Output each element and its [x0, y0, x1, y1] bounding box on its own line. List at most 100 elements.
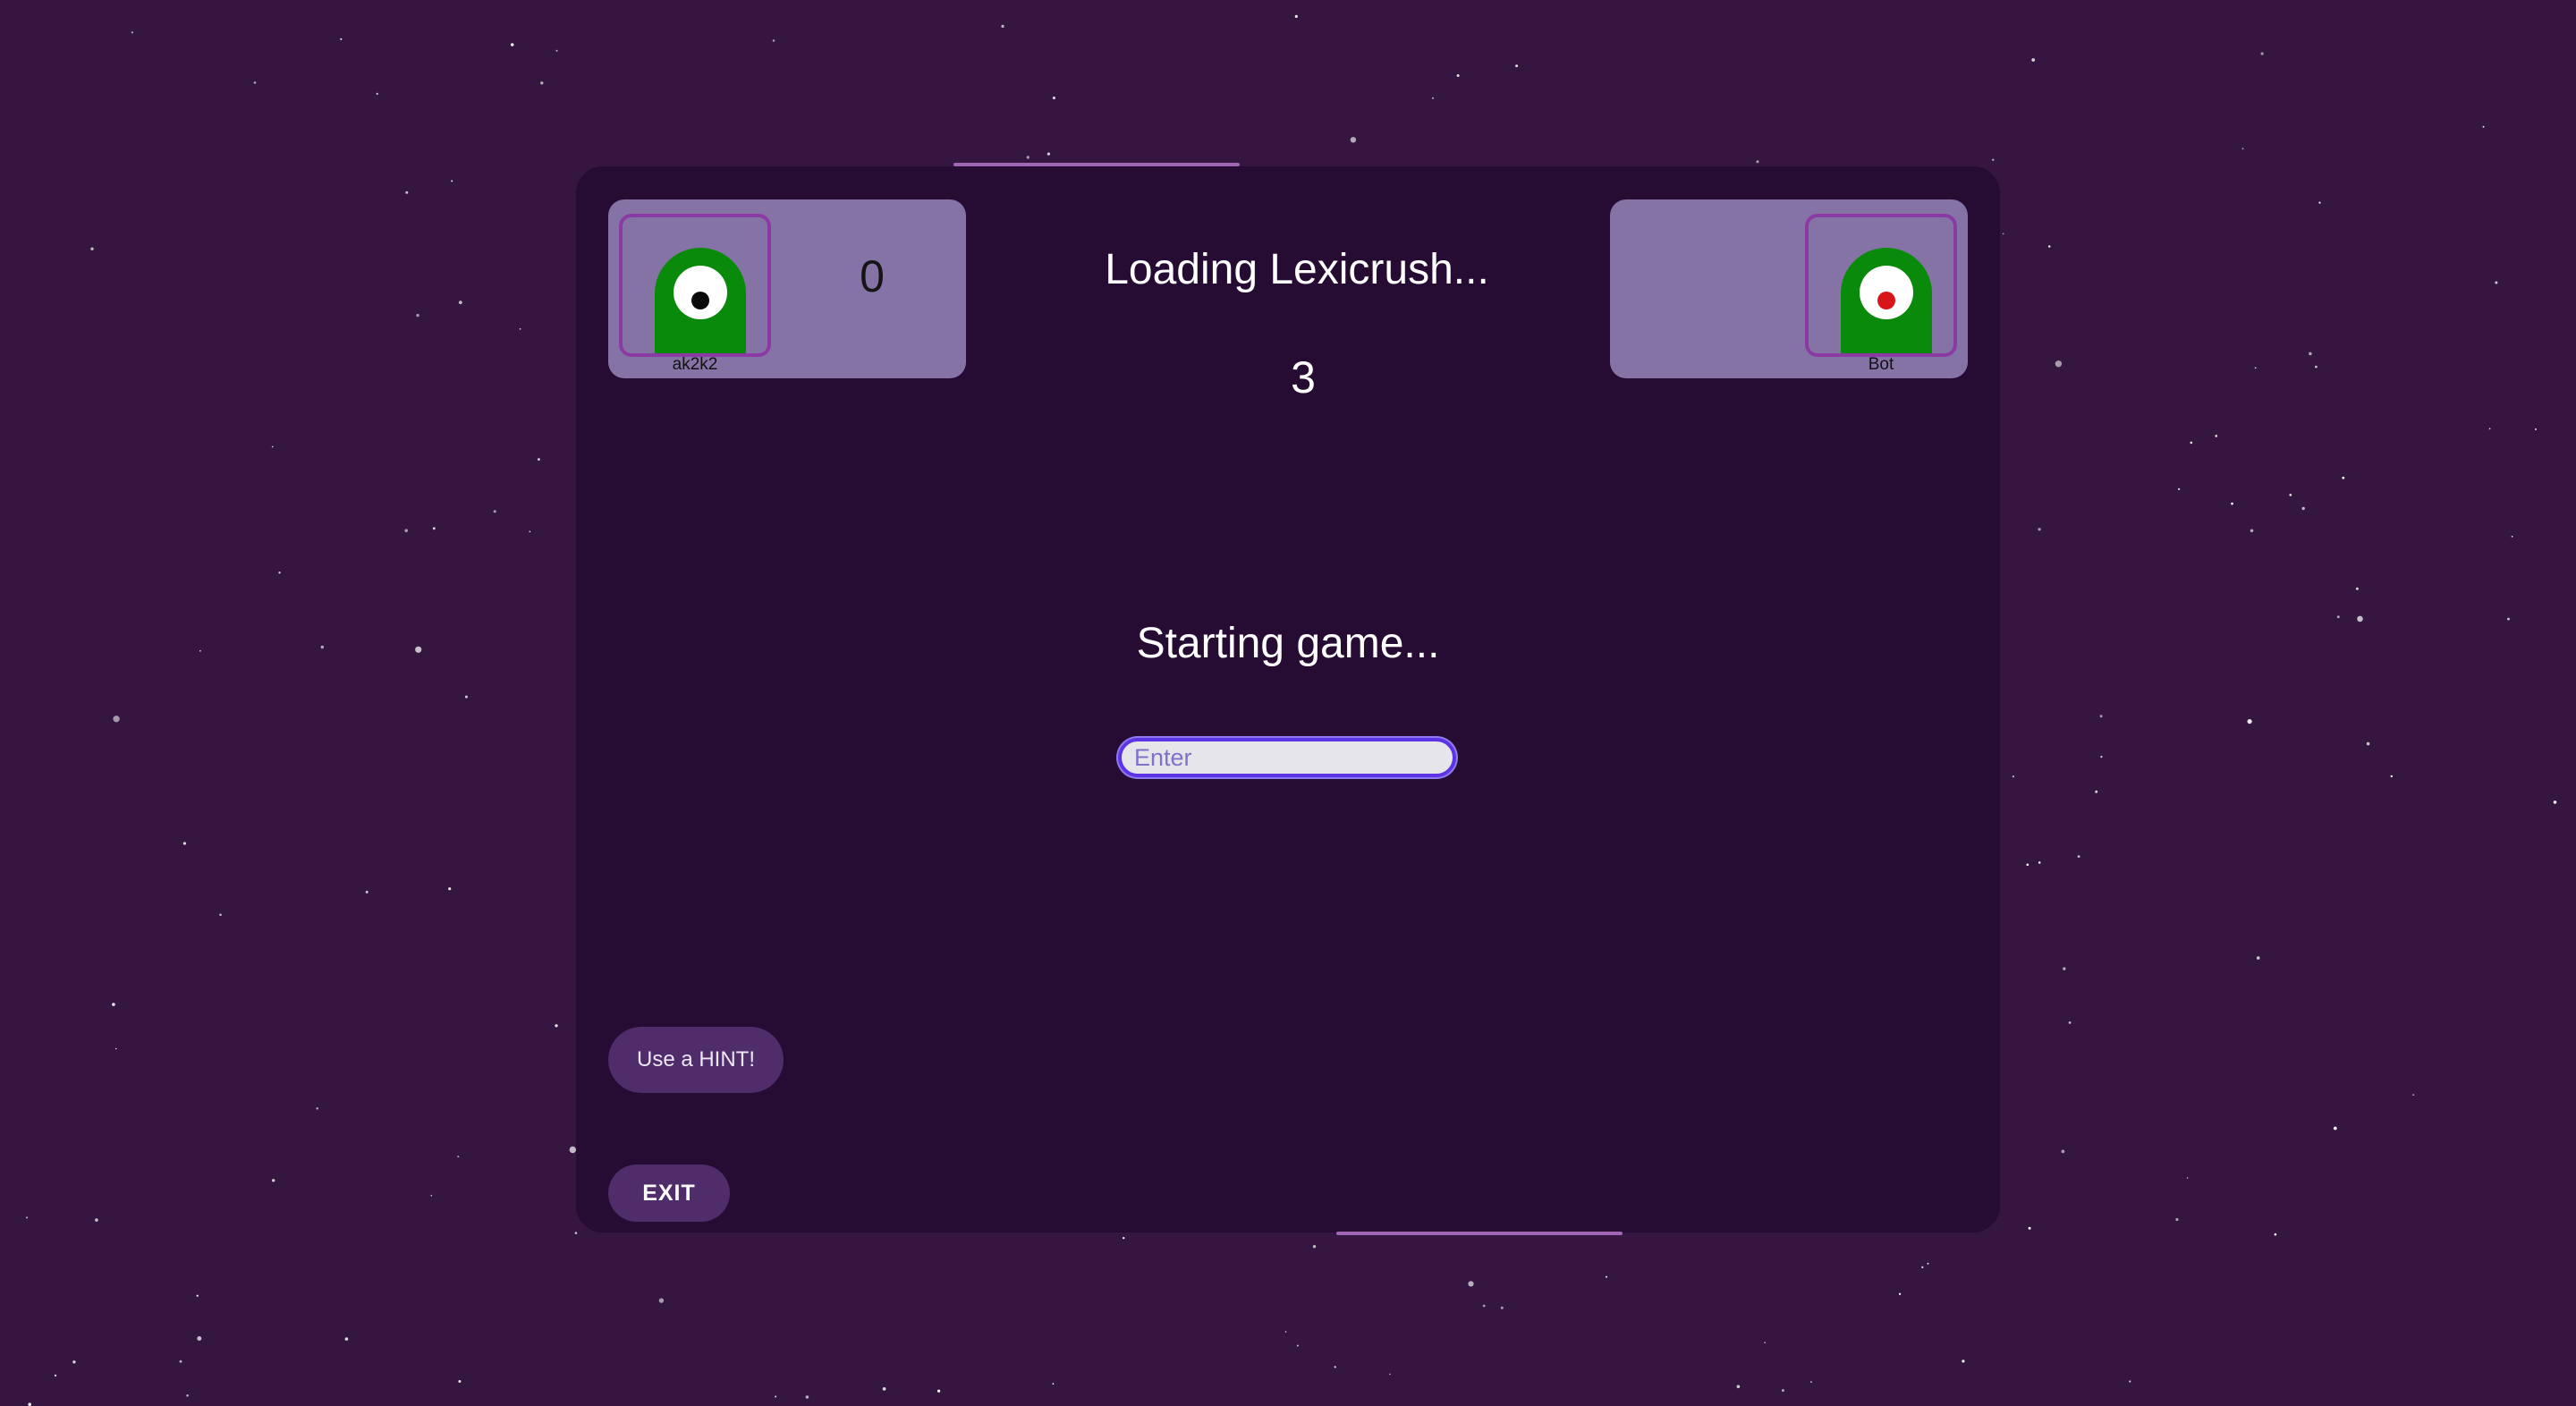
word-input[interactable]: [1118, 738, 1456, 777]
star: [1284, 1331, 1287, 1333]
star: [2357, 615, 2363, 623]
star: [2031, 58, 2036, 62]
star: [1921, 1266, 1924, 1268]
player-card-opponent: Bot: [1610, 199, 1968, 378]
star: [2254, 367, 2257, 369]
star: [2256, 956, 2260, 960]
star: [2241, 148, 2244, 150]
star: [405, 191, 409, 194]
star: [253, 81, 257, 84]
countdown-number: 3: [1291, 352, 1316, 402]
star: [2274, 1232, 2277, 1236]
star: [2488, 428, 2491, 430]
star: [114, 1047, 117, 1050]
star: [2495, 281, 2498, 284]
star: [196, 1294, 199, 1297]
alien-eye-icon: [1860, 266, 1913, 319]
star: [464, 695, 468, 699]
star: [376, 92, 378, 95]
star: [2318, 201, 2321, 204]
star: [1026, 156, 1030, 159]
star: [2336, 615, 2340, 619]
star: [2026, 863, 2029, 867]
star: [1123, 1237, 1125, 1240]
star: [2068, 1021, 2072, 1024]
star: [2129, 1380, 2131, 1383]
star: [1756, 160, 1759, 164]
star: [805, 1395, 809, 1399]
star: [555, 1024, 558, 1028]
star: [2289, 494, 2292, 496]
star: [2553, 800, 2557, 804]
star: [2047, 245, 2051, 248]
star: [493, 510, 496, 513]
star: [344, 1337, 349, 1341]
star: [2063, 967, 2066, 970]
star: [2309, 352, 2312, 356]
star: [432, 527, 436, 530]
star: [1052, 96, 1055, 100]
star: [272, 1179, 275, 1182]
star: [2055, 360, 2063, 368]
star: [882, 1387, 886, 1391]
star: [271, 445, 274, 448]
star: [1334, 1366, 1336, 1368]
star: [182, 842, 186, 845]
star: [555, 49, 558, 52]
star: [1389, 1373, 1391, 1376]
star: [186, 1394, 189, 1397]
star: [574, 1232, 578, 1234]
star: [199, 649, 201, 652]
panel-bottom-accent: [1336, 1232, 1623, 1235]
star: [430, 1194, 433, 1197]
star: [2099, 715, 2103, 718]
star: [1736, 1385, 1741, 1389]
alien-eye-icon: [674, 266, 727, 319]
star: [365, 890, 369, 894]
star: [2012, 775, 2014, 778]
star: [2412, 1094, 2415, 1097]
star: [2315, 365, 2318, 368]
star: [540, 81, 544, 85]
star: [2390, 775, 2393, 778]
player-score: 0: [860, 251, 885, 301]
star: [772, 39, 775, 42]
star: [1468, 1281, 1474, 1287]
star: [112, 1003, 115, 1006]
star: [1898, 1292, 1902, 1296]
star: [537, 458, 540, 462]
star: [1046, 152, 1050, 156]
star: [2534, 428, 2538, 431]
star: [519, 328, 521, 330]
star: [2342, 476, 2345, 479]
star: [510, 43, 514, 47]
green-alien-icon: [655, 248, 746, 353]
player-card-self: ak2k2 0: [608, 199, 966, 378]
exit-button[interactable]: EXIT: [608, 1165, 730, 1222]
star: [1992, 158, 1995, 161]
star: [2175, 1217, 2179, 1222]
star: [458, 1380, 462, 1383]
star: [1482, 1304, 1486, 1308]
star: [340, 38, 343, 40]
star: [2250, 529, 2254, 533]
star: [2482, 125, 2485, 128]
star: [2077, 855, 2080, 858]
hint-button[interactable]: Use a HINT!: [608, 1027, 784, 1093]
star: [1294, 14, 1298, 18]
star: [658, 1298, 665, 1303]
opponent-avatar-frame: [1805, 214, 1957, 357]
star: [72, 1360, 76, 1364]
star: [416, 313, 419, 318]
star: [1781, 1389, 1784, 1393]
star: [2247, 719, 2252, 724]
star: [2028, 1226, 2031, 1230]
star: [2002, 233, 2004, 235]
star: [2507, 617, 2510, 621]
star: [219, 913, 222, 917]
star: [415, 646, 422, 653]
star: [1606, 1275, 1607, 1278]
green-alien-icon: [1841, 248, 1932, 353]
star: [2038, 528, 2041, 531]
star: [2301, 506, 2305, 511]
